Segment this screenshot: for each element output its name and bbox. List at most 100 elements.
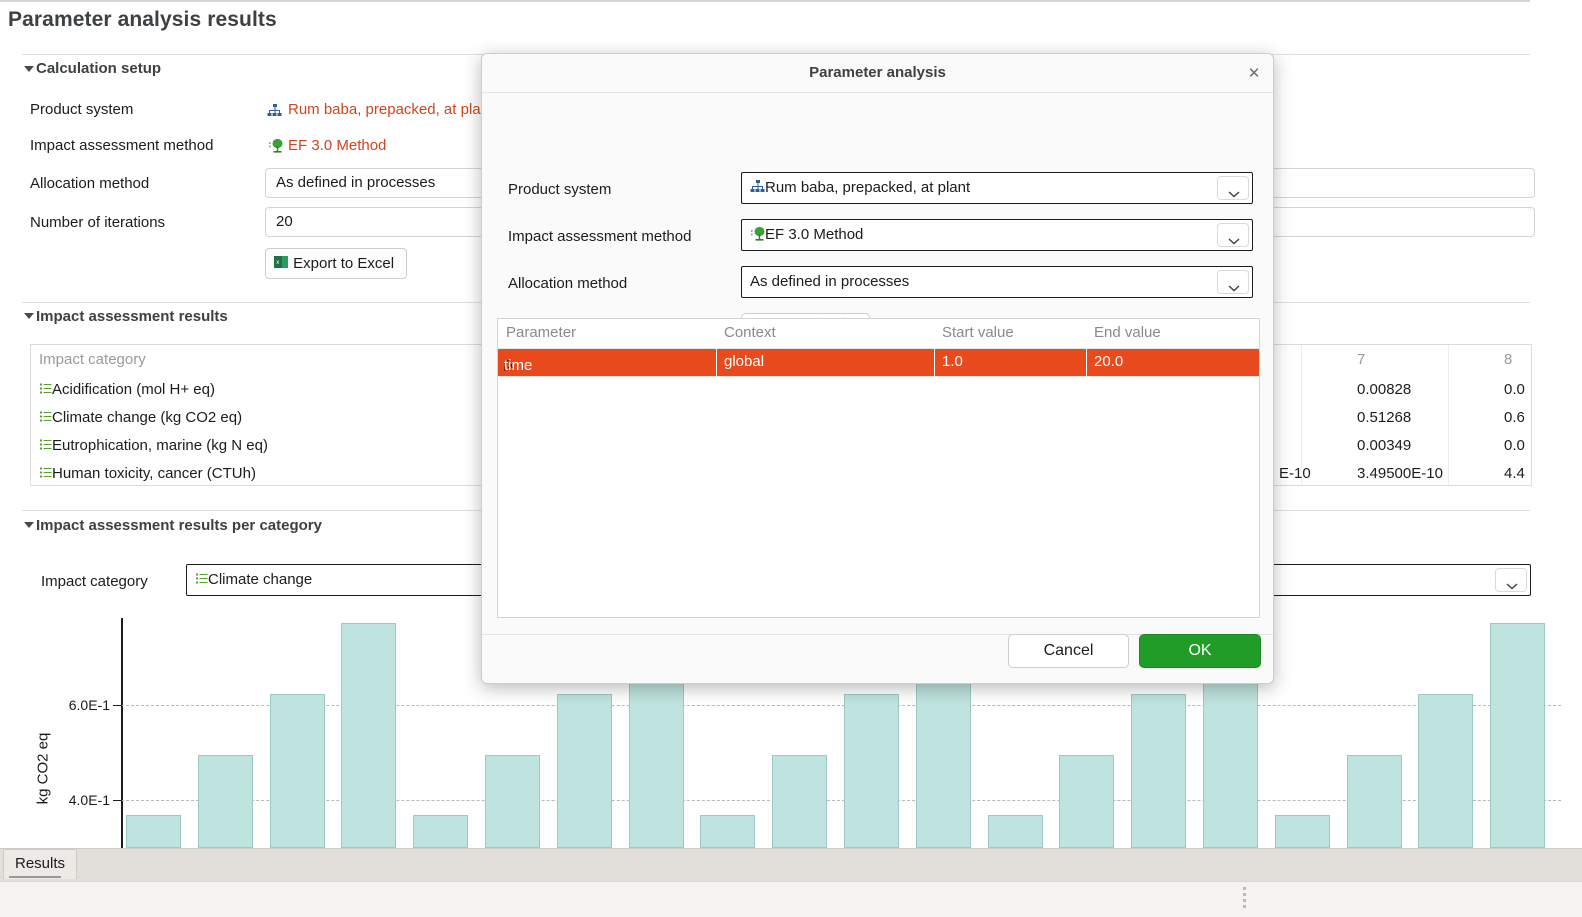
- chart-bar: [1059, 754, 1115, 848]
- value-product-system[interactable]: Rum baba, prepacked, at plant: [288, 101, 483, 118]
- dialog-impact-method-value: EF 3.0 Method: [765, 226, 864, 243]
- parameter-analysis-dialog: Parameter analysis ✕ Product system Rum …: [481, 53, 1274, 684]
- parameter-name: time: [504, 357, 533, 374]
- chart-bar: [341, 622, 397, 848]
- dialog-impact-method-combo[interactable]: EF 3.0 Method: [741, 219, 1253, 251]
- ok-button[interactable]: OK: [1139, 634, 1261, 668]
- export-to-excel-button[interactable]: x Export to Excel: [265, 248, 408, 279]
- svg-text:x: x: [276, 260, 279, 266]
- column-header-8[interactable]: 8: [1504, 351, 1512, 368]
- label-impact-assessment-method: Impact assessment method: [30, 137, 214, 154]
- collapse-twisty-calculation-setup[interactable]: [24, 66, 34, 72]
- parameter-end-value: 20.0: [1094, 353, 1124, 370]
- collapse-twisty-impact-results[interactable]: [24, 313, 34, 319]
- bottom-pane: [0, 881, 1582, 917]
- product-system-icon: [267, 104, 282, 118]
- dialog-allocation-method-dropdown-button[interactable]: [1217, 270, 1249, 294]
- dialog-product-system-dropdown-button[interactable]: [1217, 176, 1249, 200]
- dialog-label-impact-assessment-method: Impact assessment method: [508, 228, 692, 245]
- column-header-impact-category[interactable]: Impact category: [39, 351, 146, 368]
- chart-bar: [844, 694, 899, 848]
- value-col-7: 0.00349: [1357, 437, 1412, 454]
- impact-category-name: Human toxicity, cancer (CTUh): [52, 465, 256, 482]
- chart-bar: [1131, 694, 1187, 848]
- parameter-table-row-selected[interactable]: fx time global 1.0 20.0: [498, 349, 1259, 376]
- list-icon: [39, 410, 52, 423]
- label-product-system: Product system: [30, 101, 134, 118]
- impact-category-value: Climate change: [208, 571, 313, 588]
- chart-bar: [1490, 622, 1546, 848]
- chart-ytick-label: 6.0E-1: [68, 697, 110, 713]
- column-header-end-value[interactable]: End value: [1094, 324, 1161, 341]
- section-title-calculation-setup: Calculation setup: [36, 60, 162, 77]
- impact-method-icon: [750, 223, 765, 241]
- chart-tick: [113, 705, 122, 706]
- chart-bar: [772, 754, 828, 848]
- app-root: Parameter analysis results Calculation s…: [0, 0, 1582, 917]
- tab-results[interactable]: Results: [3, 849, 78, 879]
- impact-category-cell: Human toxicity, cancer (CTUh): [39, 465, 256, 482]
- list-icon: [195, 566, 208, 584]
- list-icon: [39, 438, 52, 451]
- chevron-down-icon: [1228, 185, 1240, 198]
- drag-handle-icon[interactable]: [1243, 887, 1247, 911]
- dialog-allocation-method-combo[interactable]: As defined in processes: [741, 266, 1253, 298]
- dialog-product-system-value: Rum baba, prepacked, at plant: [765, 179, 971, 196]
- value-col-truncated: E-10: [1279, 465, 1311, 482]
- section-title-per-category: Impact assessment results per category: [36, 517, 322, 534]
- chevron-down-icon: [1228, 279, 1240, 292]
- chart-bar: [556, 694, 612, 848]
- value-col-7: 0.51268: [1357, 409, 1412, 426]
- impact-category-cell: Acidification (mol H+ eq): [39, 381, 215, 398]
- impact-category-name: Eutrophication, marine (kg N eq): [52, 437, 268, 454]
- chart-bar: [413, 815, 469, 848]
- chart-bar: [269, 694, 325, 848]
- parameter-row-bottom-border: [498, 376, 1259, 377]
- value-col-8: 0.0: [1504, 381, 1525, 398]
- column-header-start-value[interactable]: Start value: [942, 324, 1014, 341]
- chart-bar: [126, 815, 181, 848]
- chevron-down-icon: [1506, 577, 1518, 590]
- value-col-7: 0.00828: [1357, 381, 1412, 398]
- value-impact-assessment-method[interactable]: EF 3.0 Method: [288, 137, 386, 154]
- chart-bar: [1418, 694, 1474, 848]
- chart-bar: [987, 815, 1043, 848]
- label-allocation-method: Allocation method: [30, 175, 150, 192]
- cancel-button[interactable]: Cancel: [1008, 634, 1129, 668]
- column-header-parameter[interactable]: Parameter: [506, 324, 576, 341]
- status-bar: [0, 848, 1582, 881]
- chart-y-axis-label: kg CO2 eq: [34, 732, 52, 805]
- chart-bar: [197, 754, 253, 848]
- label-impact-category: Impact category: [41, 573, 148, 590]
- parameter-column-separator: [716, 319, 717, 376]
- column-header-context[interactable]: Context: [724, 324, 776, 341]
- impact-category-dropdown-button[interactable]: [1495, 568, 1527, 592]
- chart-gridline: [121, 705, 1561, 706]
- dialog-allocation-method-value: As defined in processes: [750, 273, 910, 290]
- dialog-product-system-combo[interactable]: Rum baba, prepacked, at plant: [741, 172, 1253, 204]
- parameter-table-header: Parameter Context Start value End value: [498, 319, 1259, 349]
- excel-icon: x: [274, 251, 289, 268]
- top-border: [0, 0, 1530, 2]
- list-icon: [39, 382, 52, 395]
- parameter-context: global: [724, 353, 765, 370]
- parameter-column-separator: [1086, 319, 1087, 376]
- column-header-7[interactable]: 7: [1357, 351, 1365, 368]
- collapse-twisty-per-category[interactable]: [24, 522, 34, 528]
- parameter-table[interactable]: Parameter Context Start value End value …: [497, 318, 1260, 618]
- dialog-impact-method-dropdown-button[interactable]: [1217, 223, 1249, 247]
- chart-tick: [113, 800, 122, 801]
- chart-ytick-label: 4.0E-1: [68, 792, 110, 808]
- dialog-product-system-text: Rum baba, prepacked, at plant: [750, 173, 1212, 203]
- section-title-impact-results: Impact assessment results: [36, 308, 228, 325]
- value-col-8: 0.0: [1504, 437, 1525, 454]
- value-col-8: 0.6: [1504, 409, 1525, 426]
- dialog-label-allocation-method: Allocation method: [508, 275, 628, 292]
- dialog-impact-method-text: EF 3.0 Method: [750, 220, 1212, 250]
- product-system-icon: [750, 175, 765, 192]
- chart-bar: [1274, 815, 1330, 848]
- tab-results-underline: [9, 876, 61, 878]
- close-icon[interactable]: ✕: [1245, 65, 1263, 83]
- parameter-column-separator: [934, 319, 935, 376]
- value-col-8: 4.4: [1504, 465, 1525, 482]
